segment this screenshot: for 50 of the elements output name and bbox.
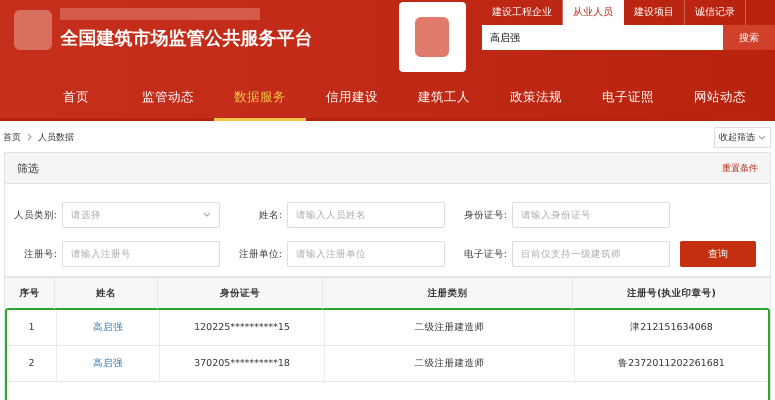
logo-placeholder [14, 10, 52, 50]
column-header: 注册类别 [323, 278, 573, 309]
field-label: 身份证号: [462, 208, 507, 222]
column-header: 序号 [5, 278, 55, 309]
field-label: 人员类别: [12, 208, 57, 222]
column-header: 身份证号 [158, 278, 323, 309]
nav-item[interactable]: 首页 [30, 76, 122, 121]
query-button[interactable]: 查询 [680, 241, 756, 267]
nav-item[interactable]: 数据服务 [214, 76, 306, 121]
site-title: 全国建筑市场监管公共服务平台 [60, 27, 314, 50]
search-tab[interactable]: 从业人员 [563, 0, 624, 25]
input-field[interactable]: 请输入人员姓名 [287, 202, 445, 228]
nav-item[interactable]: 网站动态 [674, 76, 766, 121]
panel-title: 筛选 [17, 160, 39, 176]
breadcrumb-item[interactable]: 首页 [3, 130, 21, 144]
input-field[interactable]: 请输入注册单位 [287, 241, 445, 267]
table-cell: 二级注册建造师 [325, 346, 575, 381]
input-field[interactable]: 请输入身份证号 [512, 202, 670, 228]
name-link[interactable]: 高启强 [57, 346, 160, 381]
table-cell: 120225**********15 [160, 310, 325, 345]
nav-item[interactable]: 信用建设 [306, 76, 398, 121]
field-label: 注册号: [22, 248, 57, 260]
field-label: 电子证号: [462, 248, 507, 260]
search-field[interactable]: 高启强 [482, 25, 723, 50]
table-cell: 370205**********18 [160, 346, 325, 381]
reset-link[interactable]: 重置条件 [722, 162, 758, 174]
input-field[interactable]: 目前仅支持一级建筑师 [512, 241, 670, 267]
chevron-down-icon [203, 212, 211, 217]
qr-code-placeholder [398, 2, 466, 72]
chevron-right-icon [27, 133, 32, 141]
collapse-filter-button[interactable]: 收起筛选 [714, 126, 771, 148]
field-label: 姓名: [258, 208, 282, 222]
column-header: 姓名 [55, 278, 158, 309]
breadcrumb-item: 人员数据 [38, 132, 74, 144]
table-cell-text: 鲁2372011202261681 [617, 357, 726, 371]
select-field[interactable]: 请选择 [62, 202, 220, 228]
table-cell: 2 [7, 346, 57, 381]
table-cell-text: 津212151634068 [629, 321, 714, 335]
search-button[interactable]: 搜索 [722, 25, 775, 50]
table-cell: 二级注册建造师 [325, 310, 575, 345]
nav-item[interactable]: 电子证照 [582, 76, 674, 121]
chevron-down-icon [758, 134, 766, 140]
name-link[interactable]: 高启强 [57, 310, 160, 345]
nav-item[interactable]: 建筑工人 [398, 76, 490, 121]
table-cell: 1 [7, 310, 57, 345]
field-label: 注册单位: [238, 248, 282, 260]
nav-item[interactable]: 政策法规 [490, 76, 582, 121]
column-header: 注册号(执业印章号) [626, 286, 717, 301]
input-field[interactable]: 请输入注册号 [62, 241, 220, 267]
nav-item[interactable]: 监管动态 [122, 76, 214, 121]
